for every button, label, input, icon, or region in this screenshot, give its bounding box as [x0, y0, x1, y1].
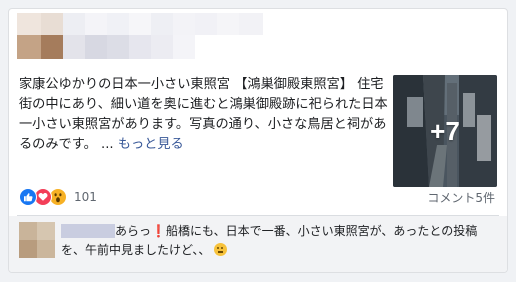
post-ellipsis: ... — [101, 137, 114, 152]
reaction-count: 101 — [74, 190, 97, 204]
exclamation-icon: ❗ — [151, 224, 166, 238]
more-photos-count: +7 — [430, 115, 460, 146]
reactions-summary[interactable]: 101 — [19, 187, 97, 207]
photo-thumbnail[interactable]: +7 — [393, 75, 497, 187]
comment-preview: あらっ❗船橋にも、日本で一番、小さい東照宮が、あったとの投稿を、午前中見ましたけ… — [9, 216, 507, 272]
like-icon — [19, 188, 37, 206]
comment-text-part: あらっ — [115, 224, 152, 238]
comment-text: あらっ❗船橋にも、日本で一番、小さい東照宮が、あったとの投稿を、午前中見ましたけ… — [61, 222, 501, 260]
post-card: 家康公ゆかりの日本一小さい東照宮 【鴻巣御殿東照宮】 住宅街の中にあり、細い道を… — [8, 8, 508, 273]
post-body: 家康公ゆかりの日本一小さい東照宮 【鴻巣御殿東照宮】 住宅街の中にあり、細い道を… — [19, 75, 393, 155]
thinking-face-icon — [214, 243, 228, 256]
see-more-link[interactable]: もっと見る — [118, 137, 184, 152]
comment-count-link[interactable]: コメント5件 — [427, 189, 495, 206]
post-text: 家康公ゆかりの日本一小さい東照宮 【鴻巣御殿東照宮】 住宅街の中にあり、細い道を… — [19, 77, 388, 152]
